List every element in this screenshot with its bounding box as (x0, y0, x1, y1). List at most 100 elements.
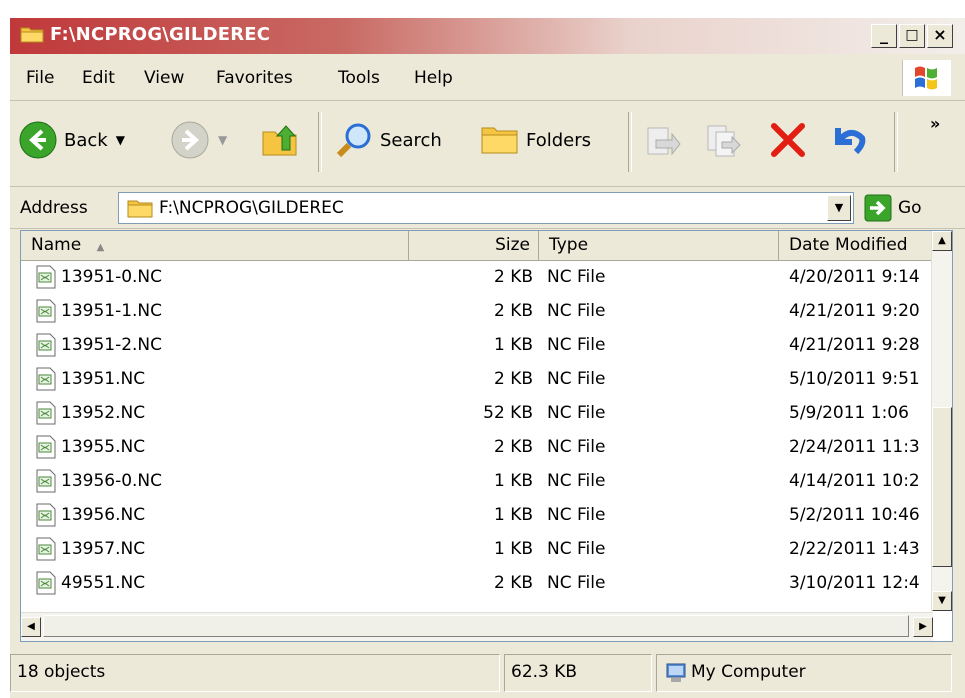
file-size: 2 KB (493, 369, 533, 389)
file-size: 1 KB (493, 335, 533, 355)
file-size: 1 KB (493, 471, 533, 491)
toolbar: Back ▼ ▼ Search Folders » (10, 102, 965, 187)
file-row[interactable]: 49551.NC 2 KB NC File 3/10/2011 12:4 (21, 567, 933, 601)
explorer-window: F:\NCPROG\GILDEREC _ □ × File Edit View … (10, 18, 965, 698)
up-folder-icon (262, 125, 297, 156)
back-button[interactable]: Back ▼ (18, 118, 125, 162)
file-size: 2 KB (493, 573, 533, 593)
file-type: NC File (547, 267, 606, 287)
file-name: 13957.NC (61, 539, 146, 559)
window-title: F:\NCPROG\GILDEREC (50, 24, 271, 45)
file-size: 1 KB (493, 505, 533, 525)
file-row[interactable]: 13951-0.NC 2 KB NC File 4/20/2011 9:14 (21, 261, 933, 295)
file-date-modified: 5/9/2011 1:06 (789, 403, 909, 423)
file-row[interactable]: 13951-2.NC 1 KB NC File 4/21/2011 9:28 (21, 329, 933, 363)
file-size: 52 KB (483, 403, 533, 423)
file-date-modified: 5/2/2011 10:46 (789, 505, 920, 525)
file-row[interactable]: 13956.NC 1 KB NC File 5/2/2011 10:46 (21, 499, 933, 533)
file-row[interactable]: 13955.NC 2 KB NC File 2/24/2011 11:3 (21, 431, 933, 465)
file-name: 13952.NC (61, 403, 146, 423)
minimize-button[interactable]: _ (871, 24, 897, 48)
go-arrow-icon (864, 194, 892, 222)
file-name: 49551.NC (61, 573, 146, 593)
file-name-cell: 13956.NC (35, 503, 145, 527)
go-button[interactable]: Go (864, 194, 922, 222)
file-date-modified: 5/10/2011 9:51 (789, 369, 920, 389)
file-type: NC File (547, 301, 606, 321)
go-label: Go (898, 198, 922, 218)
file-row[interactable]: 13951-1.NC 2 KB NC File 4/21/2011 9:20 (21, 295, 933, 329)
menu-file[interactable]: File (26, 68, 54, 88)
menu-edit[interactable]: Edit (82, 68, 115, 88)
move-to-button[interactable] (642, 118, 682, 162)
back-arrow-icon (19, 121, 57, 159)
toolbar-separator (318, 112, 322, 172)
copy-to-icon (707, 125, 741, 157)
nc-file-icon (36, 435, 56, 459)
status-location-label: My Computer (691, 662, 806, 682)
folder-icon (127, 200, 153, 218)
scroll-right-button[interactable]: ▶ (913, 617, 933, 637)
forward-arrow-icon (171, 121, 209, 159)
title-bar[interactable]: F:\NCPROG\GILDEREC _ □ × (10, 18, 965, 54)
delete-button[interactable] (768, 118, 808, 162)
file-date-modified: 4/21/2011 9:28 (789, 335, 920, 355)
file-row[interactable]: 13957.NC 1 KB NC File 2/22/2011 1:43 (21, 533, 933, 567)
file-row[interactable]: 13956-0.NC 1 KB NC File 4/14/2011 10:2 (21, 465, 933, 499)
folder-icon (20, 27, 44, 43)
file-name-cell: 13956-0.NC (35, 469, 162, 493)
column-header-name[interactable]: Name ▲ (21, 231, 409, 261)
search-button[interactable]: Search (334, 118, 442, 162)
file-date-modified: 3/10/2011 12:4 (789, 573, 920, 593)
file-row[interactable]: 13952.NC 52 KB NC File 5/9/2011 1:06 (21, 397, 933, 431)
file-type: NC File (547, 369, 606, 389)
file-date-modified: 4/21/2011 9:20 (789, 301, 920, 321)
vertical-scroll-thumb[interactable] (932, 407, 952, 567)
horizontal-scroll-thumb[interactable] (43, 615, 909, 637)
scroll-up-button[interactable]: ▲ (932, 231, 952, 251)
address-input[interactable]: F:\NCPROG\GILDEREC ▼ (118, 192, 854, 224)
scroll-down-button[interactable]: ▼ (932, 591, 952, 611)
file-name-cell: 13951-1.NC (35, 299, 162, 323)
folders-icon (481, 127, 518, 154)
copy-to-button[interactable] (704, 118, 744, 162)
close-button[interactable]: × (927, 24, 953, 48)
file-name: 13956-0.NC (61, 471, 163, 491)
nc-file-icon (36, 367, 56, 391)
address-dropdown-button[interactable]: ▼ (827, 195, 851, 221)
column-header-type[interactable]: Type (539, 231, 779, 261)
menu-favorites[interactable]: Favorites (216, 68, 293, 88)
folders-button[interactable]: Folders (480, 118, 591, 162)
maximize-button[interactable]: □ (899, 24, 925, 48)
file-name-cell: 49551.NC (35, 571, 145, 595)
address-bar: Address F:\NCPROG\GILDEREC ▼ Go (10, 188, 965, 229)
file-row[interactable]: 13951.NC 2 KB NC File 5/10/2011 9:51 (21, 363, 933, 397)
back-dropdown-icon[interactable]: ▼ (116, 133, 125, 147)
file-size: 1 KB (493, 539, 533, 559)
menu-tools[interactable]: Tools (338, 68, 380, 88)
scroll-left-button[interactable]: ◀ (21, 617, 41, 637)
file-date-modified: 4/20/2011 9:14 (789, 267, 920, 287)
horizontal-scrollbar[interactable]: ◀ ▶ (21, 612, 933, 641)
forward-dropdown-icon[interactable]: ▼ (218, 133, 227, 147)
my-computer-icon (666, 663, 686, 682)
column-header-size[interactable]: Size (409, 231, 539, 261)
toolbar-overflow-button[interactable]: » (930, 114, 940, 133)
column-header-date[interactable]: Date Modified (779, 231, 933, 261)
forward-button[interactable]: ▼ (170, 118, 227, 162)
menu-view[interactable]: View (144, 68, 184, 88)
file-list[interactable]: Name ▲ Size Type Date Modified 13951-0.N… (20, 230, 953, 642)
delete-x-icon (771, 123, 805, 157)
address-value: F:\NCPROG\GILDEREC (159, 198, 344, 218)
file-type: NC File (547, 335, 606, 355)
vertical-scrollbar[interactable]: ▲ ▼ (931, 231, 952, 611)
up-folder-button[interactable] (260, 118, 300, 162)
address-label: Address (20, 198, 88, 218)
search-icon (336, 123, 371, 158)
undo-icon (835, 128, 866, 155)
nc-file-icon (36, 299, 56, 323)
toolbar-separator (628, 112, 632, 172)
menu-help[interactable]: Help (414, 68, 453, 88)
undo-button[interactable] (828, 118, 868, 162)
status-object-count: 18 objects (10, 654, 500, 692)
